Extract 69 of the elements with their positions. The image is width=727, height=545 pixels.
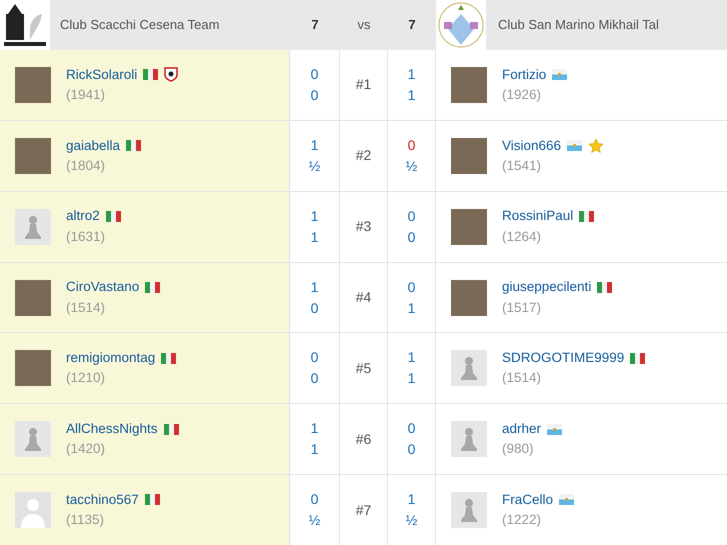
game-score: 1 (408, 349, 416, 366)
board-number: #7 (356, 500, 372, 520)
player-rating: (1517) (502, 298, 542, 317)
game-score: ½ (308, 158, 320, 175)
board-number: #2 (356, 146, 372, 166)
game-score: 0 (310, 86, 318, 104)
game-score: 1 (310, 228, 318, 246)
game-score: 1 (408, 86, 416, 104)
game-score: 0 (310, 370, 318, 388)
player-name-link[interactable]: RossiniPaul (502, 206, 574, 227)
player-rating: (980) (502, 440, 535, 458)
game-score: 0 (408, 228, 416, 246)
game-score: ½ (308, 512, 320, 530)
game-score: 1 (408, 491, 416, 508)
game-score: 0 (310, 349, 318, 366)
player-name-link[interactable]: giuseppecilenti (502, 277, 592, 298)
player-rating: (1941) (66, 86, 106, 104)
player-rating: (1804) (66, 156, 106, 175)
player-name-link[interactable]: tacchino567 (66, 490, 139, 510)
club-logo-drawing (0, 0, 50, 50)
game-score: 0 (310, 491, 318, 508)
player-name-link[interactable]: AllChessNights (66, 418, 158, 440)
player-name-link[interactable]: Vision666 (502, 136, 562, 156)
home-team-name: Club Scacchi Cesena Team (60, 16, 220, 34)
game-score: 0 (408, 208, 416, 225)
game-score: 0 (310, 300, 318, 316)
player-rating: (1420) (66, 440, 106, 458)
game-score: 1 (310, 441, 318, 458)
player-rating: (1541) (502, 156, 542, 175)
game-score: 1 (310, 420, 318, 438)
game-score: 1 (310, 278, 318, 296)
game-score: 0 (408, 420, 416, 438)
player-name-link[interactable]: Fortizio (502, 64, 546, 85)
player-name-link[interactable]: gaiabella (66, 136, 120, 156)
player-name-link[interactable]: adrher (502, 418, 542, 440)
player-rating: (1135) (66, 511, 106, 530)
player-rating: (1264) (502, 228, 542, 246)
game-score: ½ (406, 512, 418, 530)
game-score: 0 (408, 441, 416, 458)
away-team-score: 7 (407, 16, 417, 34)
game-score: ½ (406, 158, 418, 175)
board-number: #5 (356, 358, 372, 378)
player-name-link[interactable]: CiroVastano (66, 277, 140, 298)
player-rating: (1210) (66, 369, 106, 388)
game-score: 1 (310, 136, 318, 154)
player-rating: (1514) (502, 369, 542, 388)
game-score: 1 (408, 370, 416, 388)
board-number: #1 (356, 75, 372, 94)
player-rating: (1514) (66, 298, 106, 317)
game-score: 1 (310, 208, 318, 225)
board-number: #3 (356, 217, 372, 236)
player-name-link[interactable]: RickSolaroli (66, 64, 138, 85)
board-number: #4 (356, 288, 372, 307)
player-rating: (1222) (502, 511, 542, 530)
home-team-score: 7 (310, 16, 320, 34)
away-team-name: Club San Marino Mikhail Tal (498, 16, 659, 34)
player-name-link[interactable]: SDROGOTIME9999 (502, 348, 624, 368)
player-rating: (1631) (66, 228, 106, 246)
game-score: 0 (408, 136, 416, 154)
player-name-link[interactable]: remigiomontag (66, 348, 156, 368)
board-number: #6 (356, 430, 372, 449)
game-score: 1 (408, 66, 416, 83)
game-score: 0 (408, 278, 416, 296)
game-score: 0 (310, 66, 318, 83)
versus-label: vs (356, 16, 372, 34)
game-score: 1 (408, 300, 416, 316)
player-name-link[interactable]: altro2 (66, 206, 100, 227)
player-rating: (1926) (502, 86, 542, 104)
player-name-link[interactable]: FraCello (502, 490, 554, 510)
